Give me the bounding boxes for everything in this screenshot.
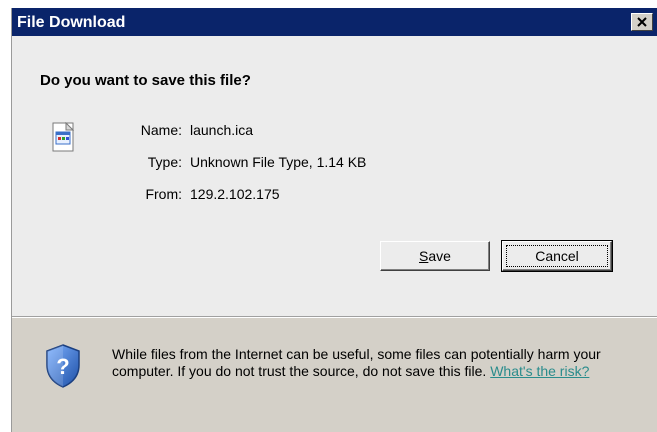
file-name-row: Name: launch.ica: [112, 122, 512, 140]
cancel-button[interactable]: Cancel: [501, 240, 613, 272]
close-button[interactable]: [631, 13, 653, 31]
file-icon: [52, 122, 74, 152]
file-type-row: Type: Unknown File Type, 1.14 KB: [112, 154, 512, 172]
file-type-value: Unknown File Type, 1.14 KB: [190, 154, 367, 170]
save-button[interactable]: Save: [380, 241, 490, 271]
dialog-title: File Download: [17, 14, 126, 31]
type-label: Type:: [147, 154, 182, 170]
shield-question-icon: ?: [46, 344, 80, 388]
file-name-value: launch.ica: [190, 122, 254, 138]
save-button-label: Save: [419, 248, 451, 264]
focus-rect: [506, 245, 608, 267]
name-label: Name:: [140, 122, 182, 138]
close-icon: [637, 17, 647, 27]
risk-link[interactable]: What's the risk?: [490, 363, 589, 379]
title-bar[interactable]: File Download: [12, 8, 657, 36]
file-source-row: From: 129.2.102.175: [112, 186, 512, 204]
svg-text:?: ?: [56, 354, 69, 379]
warning-text: While files from the Internet can be use…: [112, 346, 632, 380]
file-download-dialog: File Download Do you want to save this f…: [11, 8, 657, 432]
file-source-value: 129.2.102.175: [190, 186, 280, 202]
from-label: From:: [145, 186, 182, 202]
save-question: Do you want to save this file?: [40, 72, 251, 89]
